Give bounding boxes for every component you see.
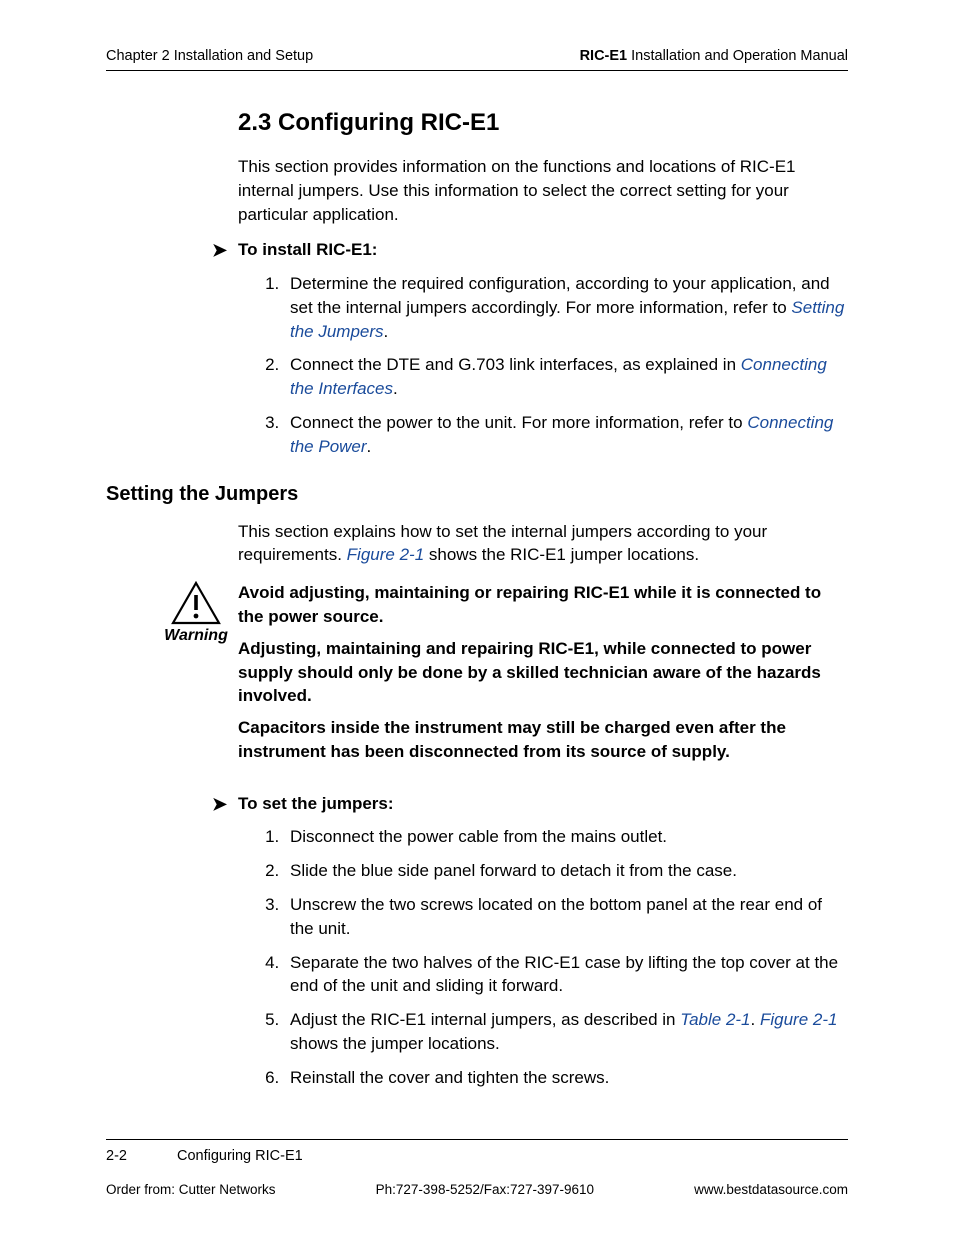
page-header: Chapter 2 Installation and Setup RIC-E1 … (106, 48, 848, 71)
section-intro: This section provides information on the… (238, 155, 848, 226)
link-table-2-1[interactable]: Table 2-1 (680, 1010, 750, 1029)
link-figure-2-1-b[interactable]: Figure 2-1 (760, 1010, 837, 1029)
jumper-step-3: Unscrew the two screws located on the bo… (284, 893, 848, 941)
jumper-step-4: Separate the two halves of the RIC-E1 ca… (284, 951, 848, 999)
subsection-intro: This section explains how to set the int… (238, 520, 848, 568)
warning-text: Avoid adjusting, maintaining or repairin… (238, 581, 848, 772)
step-text-tail: . (367, 437, 372, 456)
footer-row-2: Order from: Cutter Networks Ph:727-398-5… (106, 1182, 848, 1197)
step-text: Connect the power to the unit. For more … (290, 413, 747, 432)
header-product: RIC-E1 (580, 48, 628, 64)
warning-p1: Avoid adjusting, maintaining or repairin… (238, 581, 848, 629)
content: 2.3 Configuring RIC-E1 This section prov… (106, 109, 848, 1090)
warning-block: Warning Avoid adjusting, maintaining or … (106, 581, 848, 772)
jumper-step-6: Reinstall the cover and tighten the scre… (284, 1066, 848, 1090)
step-text: Determine the required configuration, ac… (290, 274, 830, 317)
install-steps: Determine the required configuration, ac… (264, 272, 848, 459)
warning-p3: Capacitors inside the instrument may sti… (238, 716, 848, 764)
procedure-install-header: ➤ To install RIC-E1: (212, 240, 848, 262)
intro-text-tail: shows the RIC-E1 jumper locations. (424, 545, 699, 564)
install-step-3: Connect the power to the unit. For more … (284, 411, 848, 459)
header-chapter: Chapter 2 Installation and Setup (106, 48, 313, 64)
arrow-icon: ➤ (212, 240, 238, 262)
warning-p2: Adjusting, maintaining and repairing RIC… (238, 637, 848, 708)
link-figure-2-1[interactable]: Figure 2-1 (347, 545, 424, 564)
footer-section-title: Configuring RIC-E1 (177, 1148, 303, 1164)
step-text-tail: . (393, 379, 398, 398)
footer-row-1: 2-2 Configuring RIC-E1 (106, 1148, 848, 1164)
install-step-2: Connect the DTE and G.703 link interface… (284, 353, 848, 401)
step-mid: . (751, 1010, 760, 1029)
subsection-title: Setting the Jumpers (106, 483, 848, 506)
step-text-tail: shows the jumper locations. (290, 1034, 500, 1053)
warning-label: Warning (164, 627, 228, 645)
step-text: Adjust the RIC-E1 internal jumpers, as d… (290, 1010, 680, 1029)
jumper-step-2: Slide the blue side panel forward to det… (284, 859, 848, 883)
install-step-1: Determine the required configuration, ac… (284, 272, 848, 343)
jumper-step-5: Adjust the RIC-E1 internal jumpers, as d… (284, 1008, 848, 1056)
arrow-icon: ➤ (212, 794, 238, 816)
header-manual: RIC-E1 Installation and Operation Manual (580, 48, 848, 64)
footer-rule (106, 1139, 848, 1140)
jumper-steps: Disconnect the power cable from the main… (264, 825, 848, 1089)
header-manual-rest: Installation and Operation Manual (627, 48, 848, 64)
footer-phone: Ph:727-398-5252/Fax:727-397-9610 (376, 1182, 594, 1197)
procedure-jumpers-header: ➤ To set the jumpers: (212, 794, 848, 816)
procedure-jumpers-title: To set the jumpers: (238, 794, 394, 814)
warning-icon-column: Warning (106, 581, 238, 645)
warning-triangle-icon (171, 581, 221, 625)
footer-page-number: 2-2 (106, 1148, 127, 1164)
footer-url: www.bestdatasource.com (694, 1182, 848, 1197)
step-text: Connect the DTE and G.703 link interface… (290, 355, 741, 374)
footer-order: Order from: Cutter Networks (106, 1182, 276, 1197)
section-title: 2.3 Configuring RIC-E1 (238, 109, 848, 137)
procedure-install-title: To install RIC-E1: (238, 240, 377, 260)
page: Chapter 2 Installation and Setup RIC-E1 … (0, 0, 954, 1235)
step-text-tail: . (384, 322, 389, 341)
page-footer: 2-2 Configuring RIC-E1 Order from: Cutte… (106, 1139, 848, 1197)
jumper-step-1: Disconnect the power cable from the main… (284, 825, 848, 849)
